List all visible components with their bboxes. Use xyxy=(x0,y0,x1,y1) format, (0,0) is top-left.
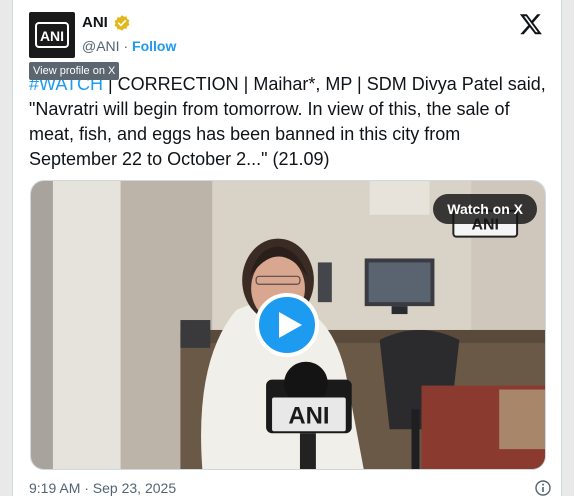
play-icon xyxy=(279,312,302,338)
watch-on-x-button[interactable]: Watch on X xyxy=(433,194,537,224)
tweet-card[interactable]: ANI ANI @ANI · Follow View profile on X … xyxy=(12,0,562,496)
verified-badge-icon xyxy=(114,15,130,31)
timestamp[interactable]: 9:19 AM · Sep 23, 2025 xyxy=(29,480,176,496)
author-handle[interactable]: @ANI xyxy=(82,38,120,54)
video-player[interactable]: ANI ANI Watch on X xyxy=(30,180,546,470)
tooltip: View profile on X xyxy=(29,62,120,80)
tweet-text: #WATCH | CORRECTION | Maihar*, MP | SDM … xyxy=(29,72,549,172)
mic-brand-label: ANI xyxy=(288,402,329,429)
tweet-body: | CORRECTION | Maihar*, MP | SDM Divya P… xyxy=(29,74,546,169)
ani-logo-icon: ANI xyxy=(35,22,69,48)
follow-button[interactable]: Follow xyxy=(132,38,176,54)
play-button[interactable] xyxy=(255,293,319,357)
author-name[interactable]: ANI xyxy=(82,14,108,31)
avatar[interactable]: ANI xyxy=(29,12,75,58)
info-icon[interactable] xyxy=(535,480,551,496)
separator: · xyxy=(123,38,129,54)
author-handle-row: @ANI · Follow xyxy=(82,38,176,54)
svg-text:ANI: ANI xyxy=(40,28,64,44)
x-logo-icon[interactable] xyxy=(519,12,543,36)
